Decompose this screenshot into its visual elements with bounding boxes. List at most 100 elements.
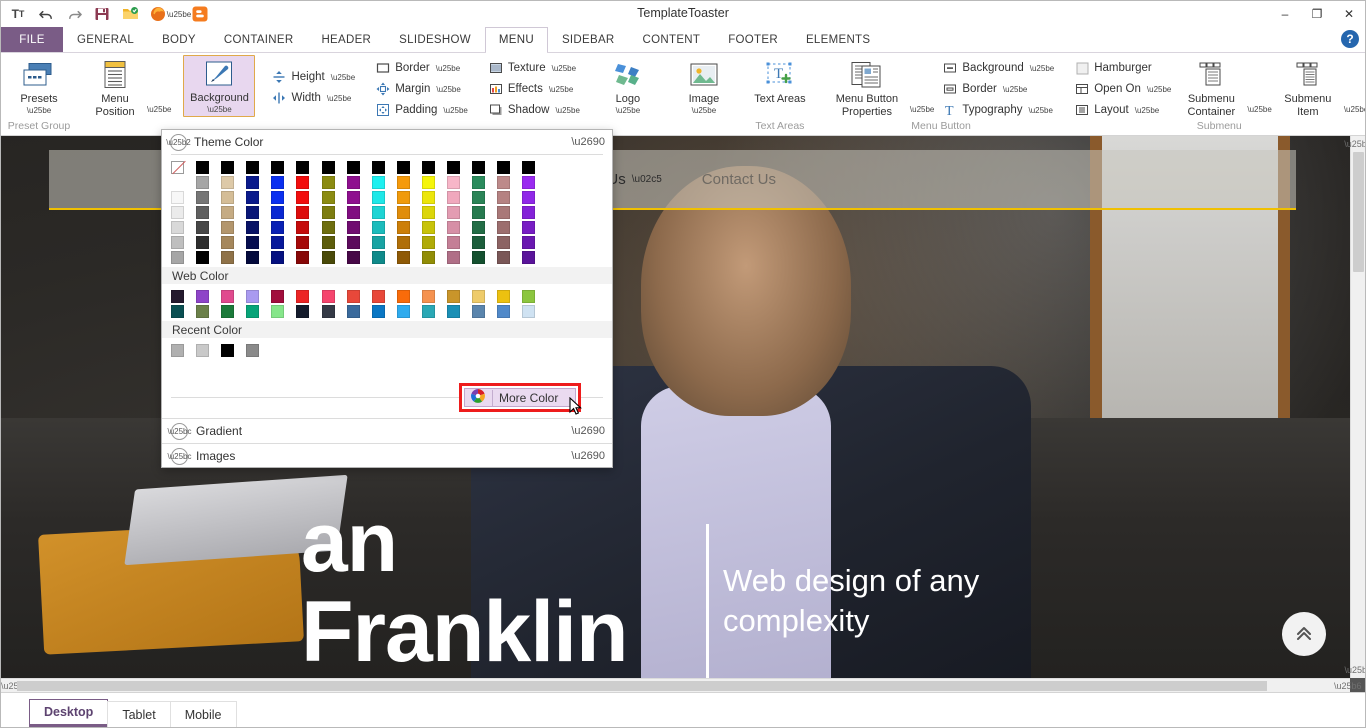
vertical-scrollbar[interactable]: \u25b2 \u25bc [1344,136,1365,678]
presets-caret[interactable]: \u25be [27,106,51,115]
color-swatch[interactable] [396,221,410,234]
menu-button-properties-caret[interactable]: \u25be [910,106,934,114]
color-swatch[interactable] [346,191,360,204]
color-swatch[interactable] [497,236,511,249]
layout-caret[interactable]: \u25be [1135,106,1159,115]
color-swatch[interactable] [421,161,435,174]
color-swatch[interactable] [271,161,285,174]
menu-background-caret[interactable]: \u25be [1030,64,1054,73]
color-swatch[interactable] [221,206,235,219]
color-swatch[interactable] [396,251,410,264]
menu-border-caret[interactable]: \u25be [1003,85,1027,94]
color-swatch[interactable] [497,251,511,264]
hamburger-toggle[interactable]: Hamburger [1070,58,1175,78]
help-icon[interactable]: ? [1341,30,1359,48]
color-swatch[interactable] [421,305,435,318]
pin-icon[interactable]: \u2690 [571,136,605,148]
color-swatch[interactable] [271,191,285,204]
image-caret[interactable]: \u25be [692,106,716,115]
color-swatch[interactable] [246,305,260,318]
tab-file[interactable]: FILE [1,27,63,52]
padding-button[interactable]: Padding \u25be [371,100,472,120]
color-swatch[interactable] [396,305,410,318]
width-button[interactable]: Width \u25be [267,88,359,108]
tab-content[interactable]: CONTENT [629,27,715,52]
color-swatch[interactable] [246,290,260,303]
minimize-button[interactable]: – [1269,1,1301,27]
color-swatch[interactable] [246,221,260,234]
color-swatch[interactable] [371,176,385,189]
tab-body[interactable]: BODY [148,27,210,52]
color-swatch[interactable] [447,305,461,318]
color-swatch[interactable] [321,176,335,189]
color-swatch[interactable] [497,305,511,318]
color-swatch[interactable] [246,161,260,174]
color-swatch[interactable] [321,206,335,219]
chevron-up-icon[interactable]: \u25b2 [166,133,191,151]
color-swatch[interactable] [321,191,335,204]
horizontal-scrollbar[interactable]: \u25c0 \u25b6 [1,678,1362,692]
tab-general[interactable]: GENERAL [63,27,148,52]
color-swatch[interactable] [221,161,235,174]
color-swatch[interactable] [296,161,310,174]
color-swatch[interactable] [522,221,536,234]
color-swatch[interactable] [246,206,260,219]
color-swatch[interactable] [171,191,184,204]
color-swatch[interactable] [296,206,310,219]
chevron-down-icon[interactable]: \u25bc [167,422,192,440]
menu-button-typography-button[interactable]: T Typography \u25be [938,100,1058,120]
color-swatch[interactable] [421,206,435,219]
firefox-preview-icon[interactable] [147,3,169,25]
color-swatch[interactable] [296,221,310,234]
background-button[interactable]: Background \u25be [183,55,256,117]
device-tab-mobile[interactable]: Mobile [169,701,237,727]
height-caret[interactable]: \u25be [331,73,355,82]
scroll-to-top-button[interactable] [1282,612,1326,656]
tab-elements[interactable]: ELEMENTS [792,27,884,52]
color-swatch[interactable] [522,251,536,264]
width-caret[interactable]: \u25be [327,94,351,103]
texture-caret[interactable]: \u25be [552,64,576,73]
theme-color-section-header[interactable]: \u25b2 Theme Color \u2690 [162,130,612,154]
color-swatch[interactable] [171,236,184,249]
tab-slideshow[interactable]: SLIDESHOW [385,27,485,52]
images-section-header[interactable]: \u25bc Images \u2690 [162,443,612,468]
color-swatch[interactable] [421,176,435,189]
color-swatch[interactable] [196,191,210,204]
color-swatch[interactable] [271,290,285,303]
scroll-down-arrow[interactable]: \u25bc [1344,662,1365,678]
color-swatch[interactable] [321,251,335,264]
tab-sidebar[interactable]: SIDEBAR [548,27,629,52]
color-swatch[interactable] [522,176,536,189]
presets-button[interactable]: Presets \u25be [7,57,71,117]
color-swatch[interactable] [472,191,486,204]
color-swatch[interactable] [396,161,410,174]
tab-container[interactable]: CONTAINER [210,27,308,52]
color-swatch[interactable] [447,161,461,174]
color-swatch[interactable] [396,236,410,249]
menu-position-caret[interactable]: \u25be [147,106,171,114]
color-swatch[interactable] [497,176,511,189]
vertical-scroll-thumb[interactable] [1353,152,1364,272]
color-swatch[interactable] [421,221,435,234]
color-swatch[interactable] [171,251,184,264]
swatch-no-color[interactable] [171,161,184,174]
color-swatch[interactable] [246,251,260,264]
color-swatch[interactable] [396,176,410,189]
border-caret[interactable]: \u25be [436,64,460,73]
color-swatch[interactable] [346,221,360,234]
color-swatch[interactable] [421,236,435,249]
logo-button[interactable]: Logo \u25be [596,57,660,117]
margin-button[interactable]: Margin \u25be [371,79,472,99]
margin-caret[interactable]: \u25be [436,85,460,94]
color-swatch[interactable] [472,161,486,174]
color-swatch[interactable] [346,251,360,264]
redo-icon[interactable] [63,3,85,25]
color-swatch[interactable] [447,251,461,264]
color-swatch[interactable] [447,290,461,303]
color-swatch[interactable] [196,344,210,357]
color-swatch[interactable] [447,176,461,189]
border-button[interactable]: Border \u25be [371,58,472,78]
text-size-icon[interactable]: TT [7,3,29,25]
menu-button-background-button[interactable]: Background \u25be [938,58,1058,78]
